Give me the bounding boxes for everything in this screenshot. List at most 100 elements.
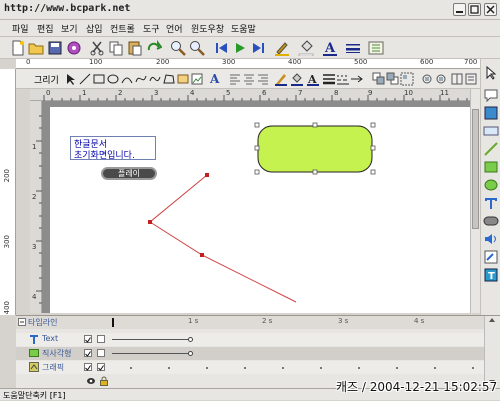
menu-tools[interactable]: 도구	[143, 22, 160, 35]
menu-window[interactable]: 윈도우창	[191, 22, 224, 35]
send-back-icon[interactable]	[386, 72, 400, 86]
maximize-button[interactable]	[468, 3, 481, 16]
line-tool-icon[interactable]	[483, 141, 499, 157]
button-tool-icon[interactable]	[483, 123, 499, 139]
text-layer-icon	[29, 334, 39, 347]
grid-icon[interactable]	[368, 40, 384, 56]
properties-icon[interactable]	[464, 72, 478, 86]
menu-view[interactable]: 보기	[61, 22, 78, 35]
layer-lock-checkbox[interactable]	[97, 335, 105, 343]
canvas-text-box[interactable]: 한글문서 초기화면입니다.	[70, 136, 156, 161]
sound-icon[interactable]	[483, 231, 499, 247]
keyframe[interactable]	[188, 337, 193, 342]
pen-color-icon[interactable]	[274, 40, 290, 56]
keyframe[interactable]	[188, 351, 193, 356]
speech-bubble-icon[interactable]	[483, 87, 499, 103]
draw-menu[interactable]: 그리기	[34, 73, 59, 86]
align-center-icon[interactable]	[242, 72, 256, 86]
line-icon[interactable]	[78, 72, 92, 86]
layer-span[interactable]	[112, 353, 190, 354]
play-button[interactable]: 플레이	[101, 167, 157, 180]
image-tool-icon[interactable]	[483, 105, 499, 121]
copy-icon[interactable]	[108, 40, 124, 56]
dash-style-icon[interactable]	[336, 72, 350, 86]
timeline-layer-row[interactable]: Text	[16, 333, 486, 346]
layer-lock-checkbox[interactable]	[97, 363, 105, 371]
text-color-icon[interactable]: A	[322, 40, 338, 56]
curve-icon[interactable]	[134, 72, 148, 86]
text-tool-icon[interactable]	[483, 195, 499, 211]
freehand-icon[interactable]	[148, 72, 162, 86]
graphic-layer-icon	[29, 362, 39, 375]
rectangle-tool-icon[interactable]	[483, 159, 499, 175]
left-ruler: 200 300 400	[0, 69, 16, 315]
arc-icon[interactable]	[120, 72, 134, 86]
rotate-right-icon[interactable]	[434, 72, 448, 86]
fill-color-icon[interactable]	[298, 40, 314, 56]
collapse-icon[interactable]	[18, 318, 26, 329]
stroke-width-icon[interactable]	[322, 72, 336, 86]
layer-span[interactable]	[112, 339, 190, 340]
layer-visible-checkbox[interactable]	[84, 363, 92, 371]
bring-front-icon[interactable]	[372, 72, 386, 86]
text-tool-icon[interactable]: A	[208, 72, 222, 86]
last-frame-icon[interactable]	[251, 40, 267, 56]
image-icon[interactable]	[176, 72, 190, 86]
ruler-label: 8	[334, 89, 339, 97]
ruler-label: 600	[420, 58, 434, 66]
open-folder-icon[interactable]	[28, 40, 44, 56]
pen-tool-icon[interactable]	[274, 72, 288, 86]
menu-help[interactable]: 도움말	[231, 22, 256, 35]
svg-text:T: T	[488, 271, 495, 282]
disc-icon[interactable]	[66, 40, 82, 56]
flip-icon[interactable]	[450, 72, 464, 86]
layer-visible-checkbox[interactable]	[84, 335, 92, 343]
status-text: 도움말단축키 [F1]	[3, 391, 66, 400]
zoom-in-icon[interactable]	[170, 40, 186, 56]
arrow-style-icon[interactable]	[350, 72, 364, 86]
select-arrow-icon[interactable]	[483, 65, 499, 81]
layer-visible-checkbox[interactable]	[84, 349, 92, 357]
timeline-layer-row[interactable]: 그래픽	[16, 361, 486, 374]
bucket-icon[interactable]	[290, 72, 304, 86]
redo-icon[interactable]	[146, 40, 162, 56]
first-frame-icon[interactable]	[213, 40, 229, 56]
ellipse-icon[interactable]	[106, 72, 120, 86]
textbox-tool-icon[interactable]: T	[483, 267, 499, 283]
menu-language[interactable]: 언어	[166, 22, 183, 35]
group-icon[interactable]	[400, 72, 414, 86]
save-icon[interactable]	[47, 40, 63, 56]
ruler-label: 200	[3, 169, 11, 183]
paste-icon[interactable]	[127, 40, 143, 56]
close-button[interactable]	[484, 3, 497, 16]
align-left-icon[interactable]	[228, 72, 242, 86]
new-file-icon[interactable]	[10, 40, 26, 56]
zoom-out-icon[interactable]	[189, 40, 205, 56]
cut-icon[interactable]	[89, 40, 105, 56]
play-icon[interactable]	[232, 40, 248, 56]
menu-edit[interactable]: 편집	[37, 22, 54, 35]
rounded-button-tool-icon[interactable]	[483, 213, 499, 229]
ruler-label: 2	[118, 89, 123, 97]
rotate-left-icon[interactable]	[420, 72, 434, 86]
align-right-icon[interactable]	[256, 72, 270, 86]
menu-control[interactable]: 컨트롤	[110, 22, 135, 35]
scroll-thumb[interactable]	[472, 109, 479, 229]
timeline-layer-row[interactable]: 직사각형	[16, 347, 486, 360]
ruler-label: 4	[190, 89, 195, 97]
pointer-icon[interactable]	[64, 72, 78, 86]
menu-file[interactable]: 파일	[12, 22, 29, 35]
vertical-scrollbar[interactable]	[470, 89, 480, 313]
menu-insert[interactable]: 삽입	[86, 22, 103, 35]
ellipse-tool-icon[interactable]	[483, 177, 499, 193]
layer-lock-checkbox[interactable]	[97, 349, 105, 357]
insert-image-icon[interactable]	[190, 72, 204, 86]
polygon-icon[interactable]	[162, 72, 176, 86]
minimize-button[interactable]	[453, 3, 466, 16]
line-style-icon[interactable]	[345, 40, 361, 56]
edit-tool-icon[interactable]	[483, 249, 499, 265]
window-title: http://www.bcpark.net	[4, 3, 131, 14]
playhead[interactable]	[112, 318, 114, 327]
rectangle-icon[interactable]	[92, 72, 106, 86]
font-color-icon[interactable]: A	[306, 72, 320, 86]
